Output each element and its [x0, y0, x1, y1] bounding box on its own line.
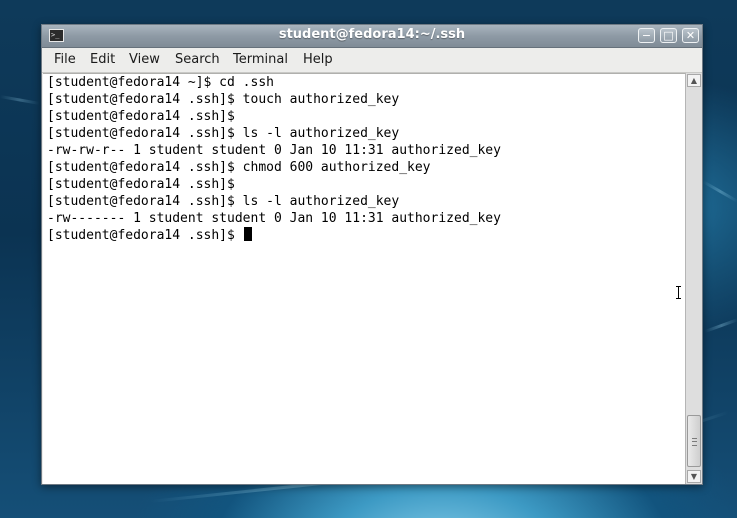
close-button[interactable]: ✕ — [682, 28, 699, 43]
terminal-line: -rw------- 1 student student 0 Jan 10 11… — [47, 211, 501, 226]
minimize-icon: − — [641, 29, 652, 42]
arrow-up-icon[interactable]: ▲ — [687, 74, 701, 87]
close-icon: ✕ — [685, 29, 696, 42]
terminal-line: [student@fedora14 .ssh]$ — [47, 109, 235, 124]
terminal-line: [student@fedora14 ~]$ cd .ssh — [47, 75, 274, 90]
menu-search[interactable]: Search — [175, 52, 220, 67]
ibeam-cursor-icon — [676, 286, 681, 299]
window-title: student@fedora14:~/.ssh — [278, 27, 466, 42]
minimize-button[interactable]: − — [638, 28, 655, 43]
maximize-icon: □ — [663, 29, 674, 42]
terminal-line: [student@fedora14 .ssh]$ chmod 600 autho… — [47, 160, 431, 175]
menu-terminal[interactable]: Terminal — [233, 52, 288, 67]
terminal-output[interactable]: [student@fedora14 ~]$ cd .ssh [student@f… — [43, 73, 685, 484]
scrollbar-thumb[interactable] — [687, 415, 701, 467]
menu-help[interactable]: Help — [303, 52, 333, 67]
terminal-line: -rw-rw-r-- 1 student student 0 Jan 10 11… — [47, 143, 501, 158]
terminal-line: [student@fedora14 .ssh]$ ls -l authorize… — [47, 126, 400, 141]
terminal-line: [student@fedora14 .ssh]$ ls -l authorize… — [47, 194, 400, 209]
vertical-scrollbar[interactable]: ▲ ▼ — [685, 73, 702, 484]
terminal-prompt-line[interactable]: [student@fedora14 .ssh]$ — [47, 227, 252, 244]
menu-bar: File Edit View Search Terminal Help — [42, 48, 702, 73]
terminal-line: [student@fedora14 .ssh]$ — [47, 177, 235, 192]
grip-icon — [692, 438, 697, 446]
menu-view[interactable]: View — [129, 52, 160, 67]
menu-edit[interactable]: Edit — [90, 52, 115, 67]
text-cursor — [243, 227, 252, 241]
title-bar[interactable]: >_ student@fedora14:~/.ssh − □ ✕ — [42, 25, 702, 48]
menu-file[interactable]: File — [54, 52, 76, 67]
terminal-prompt: [student@fedora14 .ssh]$ — [47, 228, 243, 243]
terminal-line: [student@fedora14 .ssh]$ touch authorize… — [47, 92, 400, 107]
arrow-down-icon[interactable]: ▼ — [687, 470, 701, 483]
terminal-window: >_ student@fedora14:~/.ssh − □ ✕ File Ed… — [41, 24, 703, 485]
maximize-button[interactable]: □ — [660, 28, 677, 43]
